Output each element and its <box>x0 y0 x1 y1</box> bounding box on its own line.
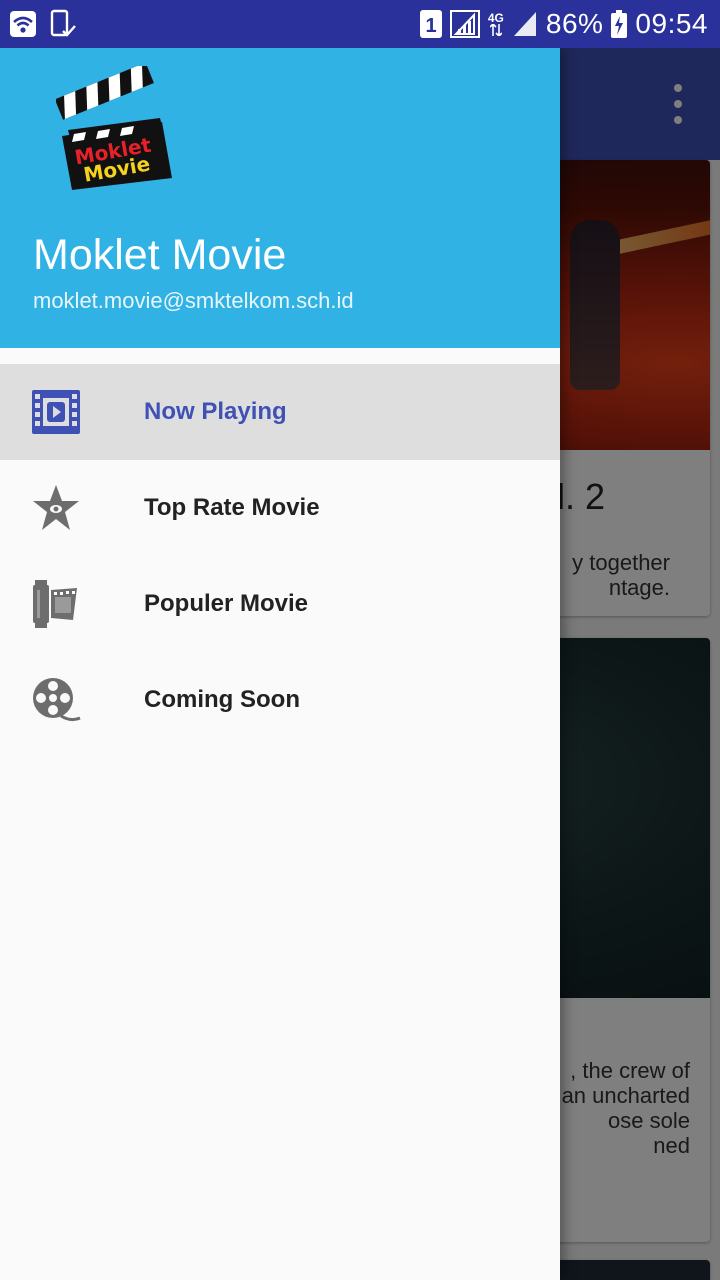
menu-item-top-rate-movie[interactable]: Top Rate Movie <box>0 460 560 556</box>
signal-icon <box>449 10 480 38</box>
film-play-icon <box>30 388 82 436</box>
menu-item-label: Top Rate Movie <box>144 494 320 521</box>
menu-item-now-playing[interactable]: Now Playing <box>0 364 560 460</box>
app-logo: Moklet Movie <box>54 62 176 191</box>
clock: 09:54 <box>635 8 708 39</box>
navigation-drawer: Moklet Movie Moklet Movie moklet.movie@s… <box>0 48 560 1280</box>
sim-slot-label: 1 <box>425 15 436 37</box>
battery-percent: 86% <box>545 8 604 39</box>
menu-item-label: Now Playing <box>144 398 287 425</box>
film-roll-icon <box>30 580 82 628</box>
film-reel-icon <box>30 676 82 724</box>
wifi-icon <box>10 11 36 37</box>
status-bar: 1 4G 86% 09:54 <box>0 0 720 48</box>
signal-bars-icon <box>512 10 538 38</box>
star-icon <box>30 484 82 532</box>
drawer-menu: Now Playing Top Rate Movie Populer Movie… <box>0 364 560 748</box>
menu-item-label: Populer Movie <box>144 590 309 617</box>
menu-item-coming-soon[interactable]: Coming Soon <box>0 652 560 748</box>
sim-status-icon <box>50 9 76 39</box>
sim-1-icon: 1 <box>419 10 442 38</box>
header-app-name: Moklet Movie <box>33 231 287 279</box>
menu-item-populer-movie[interactable]: Populer Movie <box>0 556 560 652</box>
menu-item-label: Coming Soon <box>144 686 300 713</box>
network-type-label: 4G <box>487 11 504 25</box>
4g-signal-icon: 4G <box>488 12 504 36</box>
battery-charging-icon <box>611 10 628 38</box>
header-email: moklet.movie@smktelkom.sch.id <box>33 288 354 313</box>
drawer-header: Moklet Movie Moklet Movie moklet.movie@s… <box>0 48 560 348</box>
